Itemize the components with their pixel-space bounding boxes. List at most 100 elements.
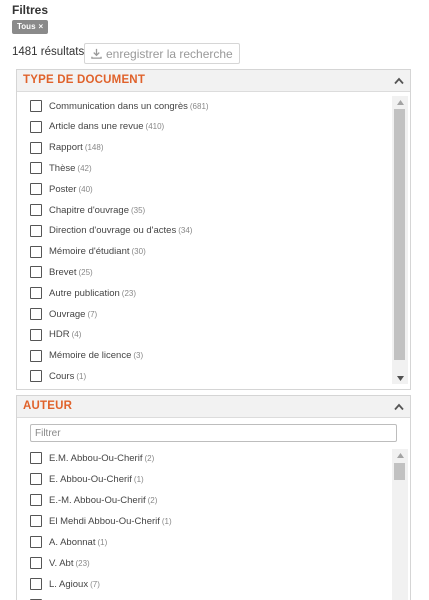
list-item[interactable]: L. Agioux (7)	[30, 576, 100, 592]
list-item[interactable]: Autre publication (23)	[30, 285, 136, 301]
list-item[interactable]: Mémoire d'étudiant (30)	[30, 244, 146, 260]
list-item[interactable]: HDR (4)	[30, 327, 81, 343]
list-item[interactable]: Communication dans un congrès (681)	[30, 98, 209, 114]
list-item-count: (148)	[84, 143, 104, 153]
list-item[interactable]: Ouvrage (7)	[30, 306, 97, 322]
list-item-count: (1)	[161, 516, 172, 526]
list-item-label: E.-M. Abbou-Ou-Cherif	[49, 494, 146, 506]
list-item[interactable]: E. Abbou-Ou-Cherif (1)	[30, 471, 144, 487]
list-item-label: L. Agioux	[49, 578, 89, 590]
checkbox[interactable]	[30, 141, 42, 154]
checkbox[interactable]	[30, 536, 42, 548]
list-item[interactable]: V. Abt (23)	[30, 555, 90, 571]
checkbox[interactable]	[30, 162, 42, 175]
list-item-label: E. Abbou-Ou-Cherif	[49, 473, 132, 485]
list-item-label: Article dans une revue	[49, 121, 144, 133]
chevron-up-icon[interactable]	[394, 403, 404, 411]
checkbox[interactable]	[30, 120, 42, 133]
list-item-count: (2)	[147, 495, 158, 505]
list-item-count: (25)	[78, 267, 93, 277]
scroll-up-arrow-icon[interactable]	[392, 449, 408, 461]
checkbox[interactable]	[30, 224, 42, 237]
list-item[interactable]: Direction d'ouvrage ou d'actes (34)	[30, 223, 192, 239]
list-item[interactable]: Cours (1)	[30, 368, 86, 384]
list-item-label: Brevet	[49, 266, 77, 278]
list-item-count: (410)	[145, 122, 165, 132]
scroll-down-arrow-icon[interactable]	[392, 372, 408, 384]
download-icon	[91, 48, 102, 59]
list-item-label: Thèse	[49, 162, 76, 174]
list-item-label: E.M. Abbou-Ou-Cherif	[49, 452, 143, 464]
list-item-count: (1)	[76, 371, 87, 381]
checkbox[interactable]	[30, 204, 42, 216]
author-list: E.M. Abbou-Ou-Cherif(2)E. Abbou-Ou-Cheri…	[17, 418, 410, 600]
list-item-count: (681)	[189, 101, 209, 111]
checkbox[interactable]	[30, 100, 42, 112]
list-item-label: El Mehdi Abbou-Ou-Cherif	[49, 515, 160, 527]
list-item-label: Direction d'ouvrage ou d'actes	[49, 225, 177, 237]
list-item-count: (1)	[133, 474, 144, 484]
active-filter-tag[interactable]: Tous ×	[12, 20, 49, 34]
author-scrollbar[interactable]	[392, 449, 408, 600]
list-item-count: (30)	[131, 247, 146, 257]
list-item[interactable]: Rapport (148)	[30, 140, 104, 156]
list-item-label: Communication dans un congrès	[49, 100, 188, 112]
checkbox[interactable]	[30, 266, 42, 279]
checkbox[interactable]	[30, 557, 42, 569]
doc-type-panel: TYPE DE DOCUMENT Communication dans un c…	[16, 69, 411, 390]
filters-title: Filtres	[12, 3, 49, 17]
checkbox[interactable]	[30, 183, 42, 196]
list-item[interactable]: Poster (40)	[30, 181, 93, 197]
results-count: 1481 résultats	[12, 46, 85, 58]
checkbox[interactable]	[30, 328, 42, 341]
list-item-count: (34)	[178, 226, 193, 236]
list-item-count: (4)	[71, 330, 82, 340]
checkbox[interactable]	[30, 308, 42, 320]
list-item-count: (42)	[77, 163, 92, 173]
scroll-thumb[interactable]	[394, 463, 405, 480]
doc-type-scrollbar[interactable]	[392, 96, 408, 384]
close-icon[interactable]: ×	[39, 20, 44, 34]
checkbox[interactable]	[30, 452, 42, 464]
checkbox[interactable]	[30, 370, 42, 383]
list-item-count: (40)	[78, 184, 93, 194]
list-item-label: V. Abt	[49, 557, 74, 569]
list-item-label: HDR	[49, 329, 70, 341]
scroll-up-arrow-icon[interactable]	[392, 96, 408, 108]
active-filter-label: Tous	[17, 22, 36, 31]
checkbox[interactable]	[30, 578, 42, 590]
list-item[interactable]: A. Abonnat (1)	[30, 534, 107, 550]
list-item[interactable]: El Mehdi Abbou-Ou-Cherif (1)	[30, 513, 172, 529]
list-item[interactable]: Mémoire de licence (3)	[30, 348, 143, 364]
checkbox[interactable]	[30, 245, 42, 258]
list-item[interactable]: E.M. Abbou-Ou-Cherif (2)	[30, 450, 154, 466]
checkbox[interactable]	[30, 494, 42, 506]
doc-type-list: Communication dans un congrès (681) Articl…	[17, 92, 410, 389]
list-item-count: (1)	[97, 537, 108, 547]
list-item-count: (23)	[121, 288, 137, 298]
list-item-label: Ouvrage	[49, 308, 86, 320]
chevron-up-icon[interactable]	[394, 77, 404, 85]
checkbox[interactable]	[30, 515, 42, 527]
checkbox[interactable]	[30, 349, 42, 362]
checkbox[interactable]	[30, 473, 42, 485]
list-item-count: (7)	[87, 309, 98, 319]
author-filter-input[interactable]	[30, 424, 397, 442]
list-item-label: Cours	[49, 370, 75, 382]
checkbox[interactable]	[30, 287, 42, 300]
list-item[interactable]: Chapitre d'ouvrage (35)	[30, 202, 145, 218]
list-item-label: Rapport	[49, 142, 83, 154]
list-item[interactable]: Article dans une revue (410)	[30, 119, 164, 135]
list-item-count: (2)	[144, 453, 155, 463]
doc-type-panel-header[interactable]: TYPE DE DOCUMENT	[17, 70, 410, 92]
author-panel-header[interactable]: AUTEUR	[17, 396, 410, 418]
list-item[interactable]: E.-M. Abbou-Ou-Cherif (2)	[30, 492, 157, 508]
doc-type-panel-title: TYPE DE DOCUMENT	[23, 74, 146, 86]
list-item[interactable]: Brevet (25)	[30, 264, 93, 280]
list-item[interactable]: Thèse (42)	[30, 160, 92, 176]
scroll-thumb[interactable]	[394, 109, 405, 360]
save-search-button[interactable]: enregistrer la recherche	[84, 43, 240, 64]
list-item-label: A. Abonnat	[49, 536, 96, 548]
list-item-label: Mémoire de licence	[49, 350, 132, 362]
list-item-label: Poster	[49, 183, 77, 195]
